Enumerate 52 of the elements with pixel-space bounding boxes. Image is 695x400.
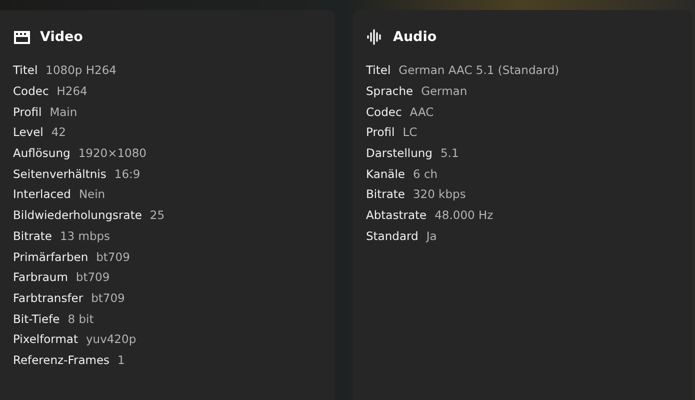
panel-title: Video [40,29,83,45]
property-value: 25 [150,208,165,222]
property-label: Profil [366,125,395,140]
property-value: 13 mbps [60,228,110,243]
property-label: Primärfarben [13,250,88,264]
property-value: yuv420p [86,332,136,346]
property-label: Bildwiederholungsrate [13,208,142,222]
property-value: 1 [118,352,125,367]
property-label: Bitrate [13,228,52,243]
property-label: Abtastrate [366,208,427,222]
property-label: Farbtransfer [13,290,84,305]
property-value: 1920×1080 [78,146,146,160]
sound-wave-icon [366,29,384,45]
property-value: 320 kbps [412,187,466,202]
property-value: Main [50,104,78,119]
property-label: Profil [13,104,42,119]
property-value: 1080p H264 [46,63,116,78]
property-label: Standard [366,228,418,243]
property-label: Referenz-Frames [13,352,110,367]
property-label: Interlaced [13,187,71,202]
property-value: 5.1 [440,146,459,160]
property-value: bt709 [91,290,125,305]
property-label: Bitrate [366,187,405,202]
property-label: Codec [366,104,402,119]
property-label: Codec [13,84,49,98]
property-value: German [421,84,468,98]
property-label: Auflösung [13,146,70,160]
property-label: Farbraum [13,270,68,284]
property-label: Bit-Tiefe [13,312,60,326]
property-label: Titel [366,63,391,78]
property-label: Titel [13,63,38,78]
property-value: Ja [426,228,437,243]
property-value: AAC [410,104,434,119]
property-value: 6 ch [413,166,438,181]
property-label: Sprache [366,84,414,98]
property-value: 16:9 [114,166,140,181]
panel-title: Audio [393,29,437,45]
property-value: bt709 [76,270,110,284]
property-value: 42 [51,125,66,140]
property-value: German AAC 5.1 (Standard) [398,63,560,78]
property-label: Seitenverhältnis [13,166,106,181]
property-label: Kanäle [366,166,405,181]
property-value: H264 [56,84,88,98]
property-value: bt709 [96,250,130,264]
clapperboard-icon [13,29,31,45]
property-label: Darstellung [366,146,432,160]
property-value: Nein [78,187,106,202]
property-label: Level [13,125,44,140]
property-label: Pixelformat [13,332,78,346]
property-value: LC [402,125,418,140]
property-value: 48.000 Hz [434,208,494,222]
property-value: 8 bit [68,312,94,326]
